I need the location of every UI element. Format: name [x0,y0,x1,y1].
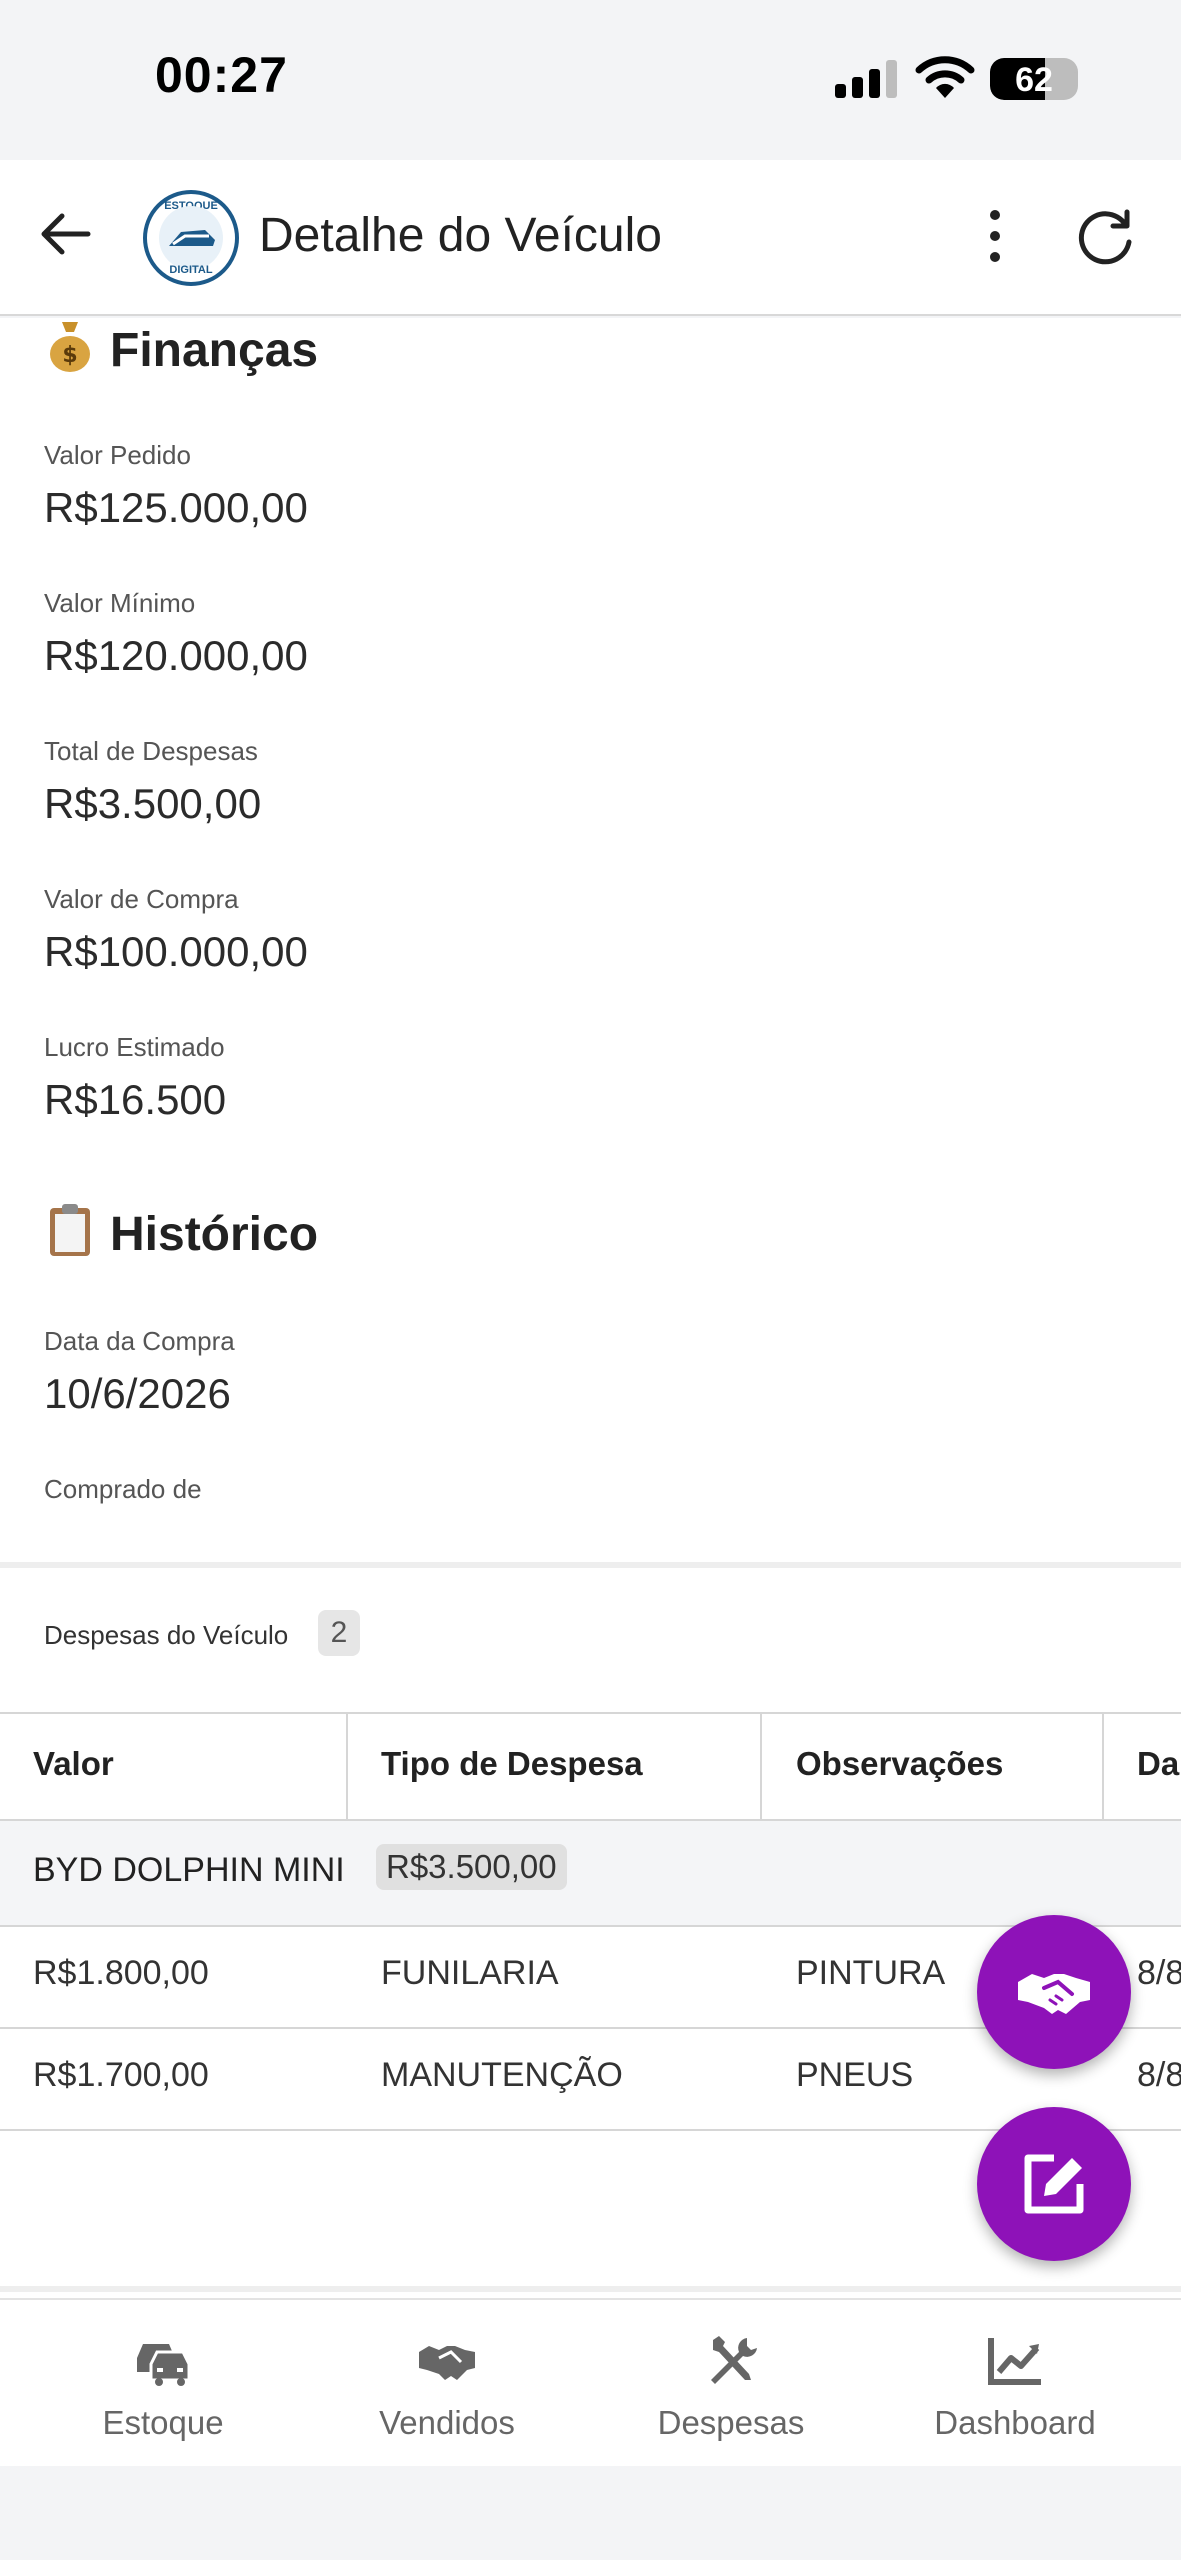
battery-tip [1072,72,1078,86]
tools-icon [711,2336,757,2384]
despesas-label: Despesas do Veículo [44,1620,289,1650]
historico-section-title: Histórico [44,1202,318,1262]
row-border [0,1925,1181,1927]
total-despesas-value: R$3.500,00 [44,780,262,827]
nav-dashboard[interactable]: Dashboard [870,2300,1160,2468]
valor-compra-label: Valor de Compra [44,884,239,914]
nav-vendidos-label: Vendidos [379,2404,515,2441]
battery-level: 62 [1015,61,1053,99]
status-time: 00:27 [155,47,288,103]
refresh-icon[interactable] [1075,206,1137,268]
money-bag-icon: $ [50,322,90,372]
financas-title: Finanças [110,324,319,377]
valor-minimo-label: Valor Mínimo [44,588,196,618]
column-header-observacoes[interactable]: Observações [796,1745,1003,1783]
battery-icon: 62 [990,58,1078,100]
group-vehicle-name: BYD DOLPHIN MINI [33,1851,345,1889]
financas-section-title: $ Finanças [44,318,318,378]
bottom-divider [0,2286,1181,2292]
column-header-data[interactable]: Da [1137,1745,1179,1783]
nav-vendidos[interactable]: Vendidos [302,2300,592,2468]
status-bar: 00:27 62 [0,0,1181,160]
clipboard-icon [50,1204,90,1256]
group-total-badge: R$3.500,00 [376,1844,567,1890]
row-2-obs[interactable]: PNEUS [796,2056,913,2095]
wifi-icon [915,56,975,98]
nav-estoque[interactable]: Estoque [18,2300,308,2468]
nav-dashboard-label: Dashboard [934,2404,1096,2441]
car-icon [137,2344,191,2386]
row-1-valor[interactable]: R$1.800,00 [33,1954,209,1993]
more-options-icon[interactable] [975,208,1015,264]
logo-car-icon [169,230,215,246]
row-1-data[interactable]: 8/8 [1137,1954,1181,1993]
row-1-obs[interactable]: PINTURA [796,1954,945,1993]
page-title: Detalhe do Veículo [259,209,662,262]
row-2-tipo[interactable]: MANUTENÇÃO [381,2056,623,2095]
app-bar: ESTOQUE DIGITAL Detalhe do Veículo [0,160,1181,316]
signal-icon [835,60,899,98]
column-separator [1102,1714,1104,1820]
valor-pedido-label: Valor Pedido [44,440,191,470]
edit-icon [1024,2154,1084,2214]
logo-text-bottom: DIGITAL [169,264,213,276]
table-top-border [0,1712,1181,1714]
nav-estoque-label: Estoque [102,2404,224,2441]
nav-despesas-label: Despesas [657,2404,805,2441]
historico-title: Histórico [110,1208,319,1261]
column-header-tipo[interactable]: Tipo de Despesa [381,1745,643,1783]
system-home-area [0,2466,1181,2560]
section-divider [0,1562,1181,1568]
valor-compra-value: R$100.000,00 [44,928,308,975]
data-compra-label: Data da Compra [44,1326,235,1356]
edit-vehicle-fab[interactable] [977,2107,1131,2261]
nav-despesas[interactable]: Despesas [586,2300,876,2468]
column-header-valor[interactable]: Valor [33,1745,114,1783]
valor-minimo-value: R$120.000,00 [44,632,308,679]
despesas-count-badge: 2 [318,1610,360,1656]
column-separator [346,1714,348,1820]
handshake-icon [1018,1974,1090,2014]
data-compra-value: 10/6/2026 [44,1370,231,1417]
row-2-data[interactable]: 8/8 [1137,2056,1181,2095]
column-separator [760,1714,762,1820]
app-logo: ESTOQUE DIGITAL [143,190,239,286]
valor-pedido-value: R$125.000,00 [44,484,308,531]
sell-vehicle-fab[interactable] [977,1915,1131,2069]
svg-text:$: $ [62,343,77,368]
total-despesas-label: Total de Despesas [44,736,258,766]
row-2-valor[interactable]: R$1.700,00 [33,2056,209,2095]
chart-line-icon [988,2338,1041,2385]
back-arrow-icon[interactable] [36,204,96,264]
handshake-icon [419,2346,475,2380]
lucro-estimado-value: R$16.500 [44,1076,227,1123]
screen: 00:27 62 ESTOQUE [0,0,1181,2560]
comprado-de-label: Comprado de [44,1474,202,1504]
bottom-navigation: Estoque Vendidos Despesas Dashboard [0,2298,1181,2466]
row-1-tipo[interactable]: FUNILARIA [381,1954,559,1993]
lucro-estimado-label: Lucro Estimado [44,1032,225,1062]
